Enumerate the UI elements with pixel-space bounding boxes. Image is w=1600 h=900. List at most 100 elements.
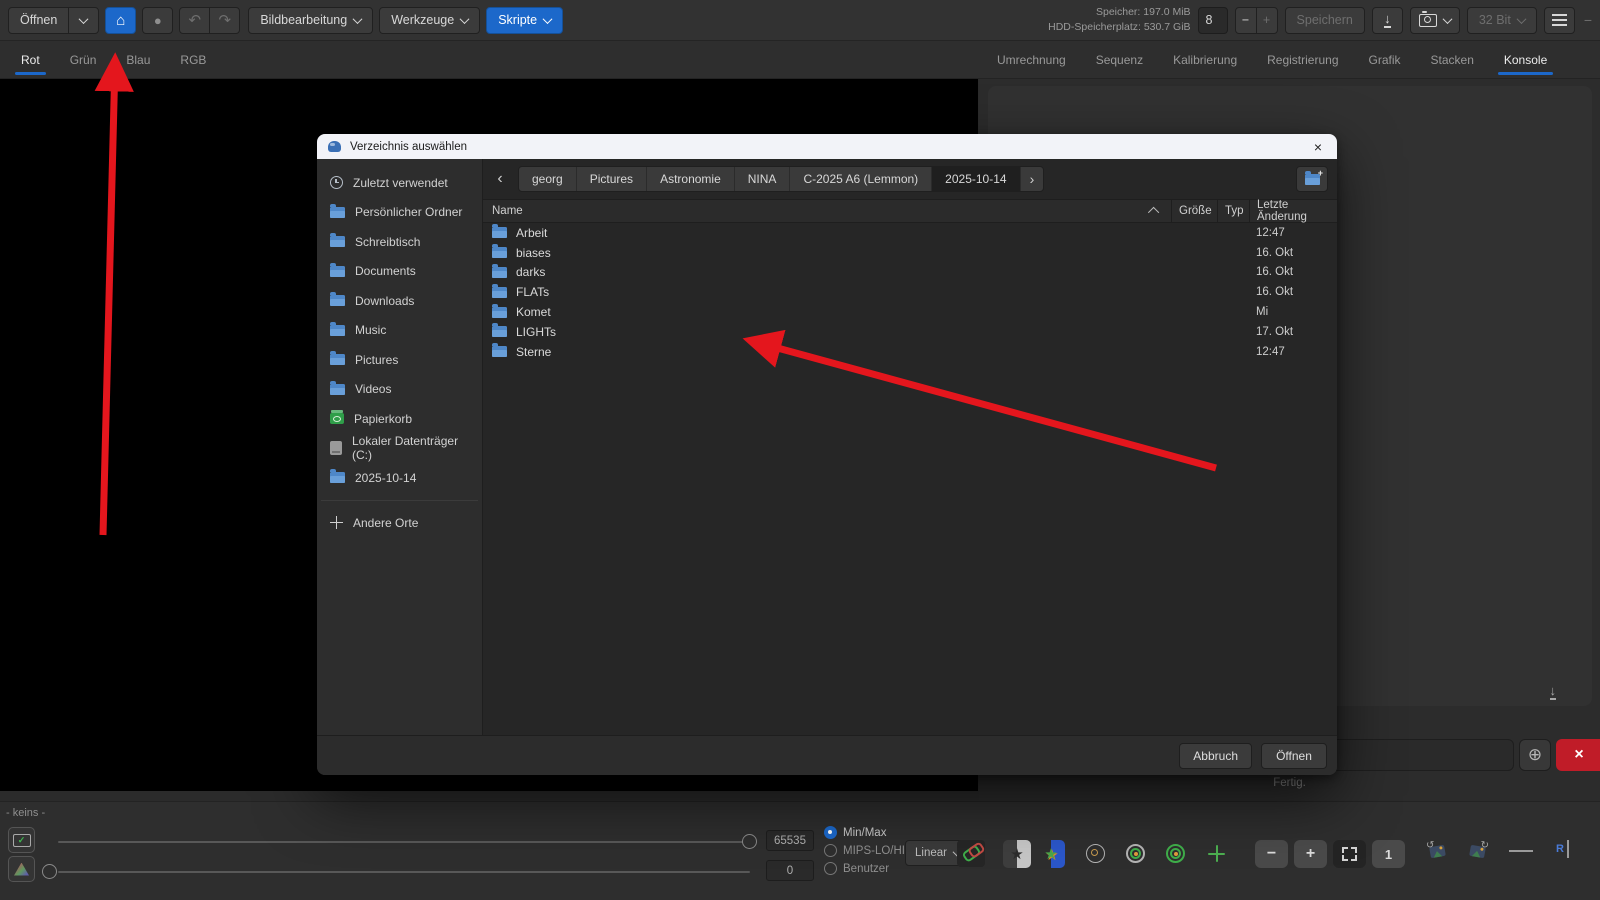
sidebar-place-item[interactable]: Persönlicher Ordner bbox=[323, 199, 476, 225]
stop-processing-button[interactable]: × bbox=[1556, 739, 1600, 771]
rotate-left-button[interactable]: ↺ bbox=[1430, 846, 1445, 857]
platesolve-button[interactable] bbox=[1126, 844, 1145, 863]
photometry-button[interactable] bbox=[1166, 844, 1185, 863]
breadcrumb-item[interactable]: 2025-10-14 bbox=[932, 167, 1020, 191]
link-channels-button[interactable] bbox=[957, 840, 985, 867]
tab-label: Konsole bbox=[1504, 53, 1547, 67]
star-color-button[interactable]: ★ bbox=[1037, 840, 1065, 868]
file-row[interactable]: darks 16. Okt bbox=[483, 263, 1337, 283]
open-dropdown-button[interactable] bbox=[68, 7, 99, 34]
sidebar-place-item[interactable]: Downloads bbox=[323, 288, 476, 314]
low-slider-handle[interactable] bbox=[42, 864, 57, 879]
range-radio[interactable]: MIPS-LO/HI bbox=[824, 844, 905, 857]
workflow-tab[interactable]: Stacken bbox=[1416, 41, 1489, 78]
undo-button[interactable]: ↶ bbox=[179, 7, 210, 34]
channel-tab[interactable]: Blau bbox=[111, 41, 165, 78]
dialog-titlebar[interactable]: Verzeichnis auswählen × bbox=[317, 134, 1337, 159]
threads-decrease-button[interactable]: − bbox=[1235, 7, 1257, 34]
sidebar-place-item[interactable]: Zuletzt verwendet bbox=[323, 170, 476, 196]
file-row[interactable]: LIGHTs 17. Okt bbox=[483, 322, 1337, 342]
home-button[interactable]: ⌂ bbox=[105, 7, 136, 34]
tools-menu-button[interactable]: Werkzeuge bbox=[379, 7, 480, 34]
breadcrumb-forward-button[interactable]: › bbox=[1021, 167, 1044, 191]
threads-input[interactable]: 8 bbox=[1198, 7, 1228, 34]
scripts-menu-button[interactable]: Skripte bbox=[486, 7, 563, 34]
range-radio[interactable]: Benutzer bbox=[824, 862, 889, 875]
dialog-close-button[interactable]: × bbox=[1310, 138, 1326, 156]
workflow-tab[interactable]: Konsole bbox=[1489, 41, 1562, 78]
zoom-in-button[interactable]: + bbox=[1294, 840, 1327, 868]
astrometry-button[interactable] bbox=[1086, 844, 1105, 863]
breadcrumb-item[interactable]: NINA bbox=[735, 167, 791, 191]
breadcrumb-item[interactable]: Astronomie bbox=[647, 167, 735, 191]
workflow-tab[interactable]: Registrierung bbox=[1252, 41, 1353, 78]
workflow-tab[interactable]: Kalibrierung bbox=[1158, 41, 1252, 78]
bit-depth-dropdown[interactable]: 32 Bit bbox=[1467, 7, 1537, 34]
file-row[interactable]: Arbeit 12:47 bbox=[483, 223, 1337, 243]
new-folder-button[interactable] bbox=[1296, 166, 1328, 192]
folder-icon bbox=[330, 472, 345, 483]
column-header-type[interactable]: Typ bbox=[1217, 200, 1249, 222]
fit-to-window-button[interactable] bbox=[1333, 840, 1366, 868]
chevron-left-icon: ‹ bbox=[497, 170, 502, 188]
sidebar-place-item[interactable]: 2025-10-14 bbox=[323, 465, 476, 491]
snapshot-button[interactable] bbox=[1410, 7, 1460, 34]
sidebar-place-item[interactable]: Andere Orte bbox=[323, 510, 476, 536]
sidebar-place-item[interactable]: Schreibtisch bbox=[323, 229, 476, 255]
export-log-icon[interactable]: ↓ bbox=[1550, 684, 1557, 700]
flip-vertical-button[interactable]: R bbox=[1556, 840, 1569, 858]
file-row[interactable]: biases 16. Okt bbox=[483, 243, 1337, 263]
sidebar-place-item[interactable]: Music bbox=[323, 317, 476, 343]
file-row[interactable]: FLATs 16. Okt bbox=[483, 282, 1337, 302]
rotate-right-button[interactable]: ↻ bbox=[1470, 846, 1485, 857]
low-slider-track[interactable] bbox=[58, 871, 750, 873]
sidebar-place-item[interactable]: Pictures bbox=[323, 347, 476, 373]
save-button[interactable]: Speichern bbox=[1285, 7, 1365, 34]
channel-tab[interactable]: RGB bbox=[165, 41, 221, 78]
hamburger-menu-button[interactable] bbox=[1544, 7, 1575, 34]
column-header-size[interactable]: Größe bbox=[1171, 200, 1217, 222]
workflow-tab[interactable]: Umrechnung bbox=[982, 41, 1081, 78]
zoom-one-button[interactable]: 1 bbox=[1372, 840, 1405, 868]
record-button[interactable]: ● bbox=[142, 7, 173, 34]
command-scope-button[interactable]: ⊕ bbox=[1519, 739, 1551, 771]
channel-tab[interactable]: Rot bbox=[6, 41, 55, 78]
breadcrumb-item[interactable]: Pictures bbox=[577, 167, 647, 191]
sidebar-place-item[interactable]: Papierkorb bbox=[323, 406, 476, 432]
sidebar-place-item[interactable]: Videos bbox=[323, 376, 476, 402]
color-profile-button[interactable] bbox=[8, 856, 35, 882]
display-preview-button[interactable]: ✓ bbox=[8, 827, 35, 853]
zoom-out-button[interactable]: − bbox=[1255, 840, 1288, 868]
threads-increase-button[interactable]: + bbox=[1256, 7, 1278, 34]
high-slider-track[interactable] bbox=[58, 841, 750, 843]
music-folder-icon bbox=[330, 325, 345, 336]
comet-button[interactable] bbox=[1208, 845, 1225, 862]
save-as-button[interactable]: ↓ bbox=[1372, 7, 1403, 34]
home-folder-icon bbox=[330, 207, 345, 218]
place-label: 2025-10-14 bbox=[355, 471, 416, 485]
high-slider-handle[interactable] bbox=[742, 834, 757, 849]
hamburger-icon bbox=[1552, 19, 1567, 21]
redo-button[interactable]: ↷ bbox=[209, 7, 240, 34]
sidebar-place-item[interactable]: Documents bbox=[323, 258, 476, 284]
drive-icon bbox=[330, 441, 342, 455]
file-row[interactable]: Sterne 12:47 bbox=[483, 342, 1337, 362]
workflow-tab[interactable]: Grafik bbox=[1354, 41, 1416, 78]
open-directory-button[interactable]: Öffnen bbox=[1261, 743, 1327, 769]
channel-tab[interactable]: Grün bbox=[55, 41, 112, 78]
high-cutoff-input[interactable]: 65535 bbox=[766, 830, 814, 851]
low-cutoff-input[interactable]: 0 bbox=[766, 860, 814, 881]
image-processing-menu-button[interactable]: Bildbearbeitung bbox=[248, 7, 373, 34]
star-detection-button[interactable]: ★ bbox=[1003, 840, 1031, 868]
file-row[interactable]: Komet Mi bbox=[483, 302, 1337, 322]
workflow-tab[interactable]: Sequenz bbox=[1081, 41, 1158, 78]
column-header-modified[interactable]: Letzte Änderung bbox=[1249, 200, 1337, 222]
range-radio[interactable]: Min/Max bbox=[824, 826, 886, 839]
column-header-name[interactable]: Name bbox=[483, 205, 1171, 217]
breadcrumb-item[interactable]: georg bbox=[519, 167, 577, 191]
cancel-button[interactable]: Abbruch bbox=[1179, 743, 1252, 769]
breadcrumb-item[interactable]: C-2025 A6 (Lemmon) bbox=[790, 167, 932, 191]
sidebar-place-item[interactable]: Lokaler Datenträger (C:) bbox=[323, 435, 476, 461]
breadcrumb-back-button[interactable]: ‹ bbox=[489, 170, 511, 188]
open-button[interactable]: Öffnen bbox=[8, 7, 69, 34]
